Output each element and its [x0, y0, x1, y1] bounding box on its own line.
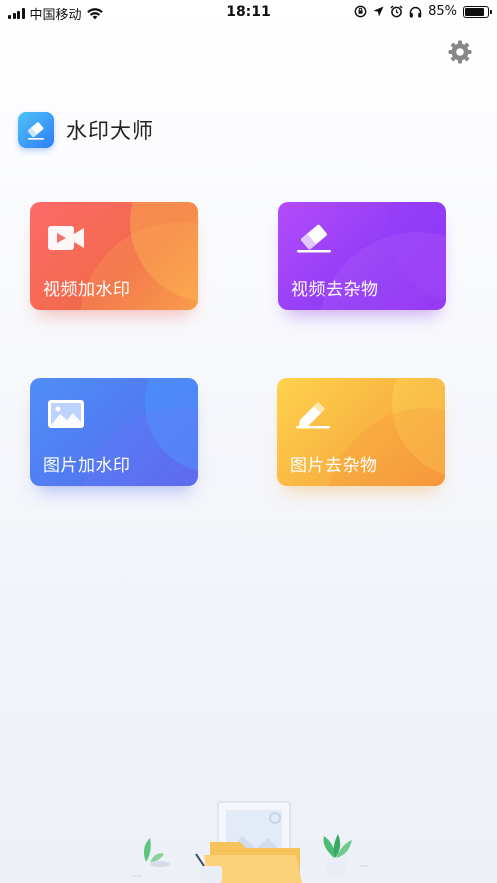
rotation-lock-icon: [354, 5, 367, 18]
gear-icon: [448, 40, 472, 64]
eraser-logo-icon: [28, 122, 44, 140]
location-icon: [373, 6, 384, 17]
app-header: 水印大师: [18, 112, 154, 148]
card-label: 视频去杂物: [291, 280, 379, 300]
pencil-icon: [296, 402, 330, 429]
video-remove-objects-card[interactable]: 视频去杂物: [278, 202, 446, 310]
image-icon: [48, 400, 84, 428]
card-label: 图片加水印: [43, 456, 131, 476]
app-logo: [18, 112, 54, 148]
image-remove-objects-card[interactable]: 图片去杂物: [277, 378, 445, 486]
app-title: 水印大师: [66, 119, 154, 143]
video-add-watermark-card[interactable]: 视频加水印: [30, 202, 198, 310]
eraser-icon: [297, 224, 331, 253]
card-label: 视频加水印: [43, 280, 131, 300]
folder-illustration: [132, 801, 368, 883]
image-add-watermark-card[interactable]: 图片加水印: [30, 378, 198, 486]
card-label: 图片去杂物: [290, 456, 378, 476]
settings-button[interactable]: [446, 38, 474, 66]
battery-percent: 85%: [428, 4, 457, 19]
battery-level: [465, 7, 484, 16]
headphones-icon: [409, 6, 422, 17]
status-right: 85%: [354, 4, 492, 19]
status-bar: 中国移动 18:11 85%: [0, 0, 497, 26]
battery-icon: [463, 5, 492, 18]
alarm-icon: [390, 5, 403, 18]
video-camera-icon: [48, 226, 84, 250]
